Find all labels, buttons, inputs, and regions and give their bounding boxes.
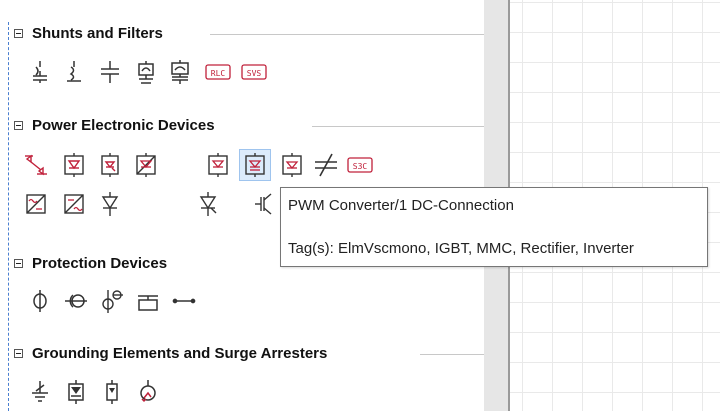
spark-gap-icon[interactable] [98,378,126,406]
collapse-toggle-icon[interactable] [14,259,23,268]
section-divider [420,354,484,355]
tree-guide-line [8,22,9,411]
section-divider [312,126,484,127]
shunt-filter-icon[interactable] [26,58,54,86]
section-title: Protection Devices [32,255,174,272]
dc-dc-converter-icon[interactable] [22,151,50,179]
switch-icon[interactable] [170,287,198,315]
rectifier-icon[interactable] [60,151,88,179]
surge-arrester-icon[interactable] [62,378,90,406]
tooltip-title: PWM Converter/1 DC-Connection [288,197,514,214]
section-title: Shunts and Filters [32,25,169,42]
vsc-converter-icon[interactable] [132,151,160,179]
section-grounding-surge-arresters[interactable]: Grounding Elements and Surge Arresters [14,344,484,364]
svs-icon[interactable]: SVS [240,58,268,86]
shunt-reactor-icon[interactable] [60,58,88,86]
earthing-transformer-icon[interactable] [134,378,162,406]
ac-dc-converter-icon[interactable] [22,190,50,218]
tuned-filter-icon[interactable] [166,58,194,86]
relay-icon[interactable] [98,287,126,315]
collapse-toggle-icon[interactable] [14,29,23,38]
rlc-filter-icon[interactable]: RLC [204,58,232,86]
variable-capacitor-icon[interactable] [312,151,340,179]
diode-icon[interactable] [96,190,124,218]
fuse-icon[interactable] [26,287,54,315]
section-title: Power Electronic Devices [32,117,221,134]
section-title: Grounding Elements and Surge Arresters [32,345,334,362]
current-transformer-icon[interactable] [62,287,90,315]
pwm-converter-1dc-icon[interactable] [239,149,271,181]
harmonic-filter-icon[interactable] [132,58,160,86]
dc-ac-converter-icon[interactable] [60,190,88,218]
section-divider [210,34,484,35]
thyristor-icon[interactable] [194,190,222,218]
collapse-toggle-icon[interactable] [14,121,23,130]
section-shunts-filters[interactable]: Shunts and Filters [14,24,484,44]
tooltip: PWM Converter/1 DC-Connection Tag(s): El… [280,187,708,267]
thyristor-rectifier-icon[interactable] [96,151,124,179]
circuit-breaker-icon[interactable] [134,287,162,315]
grounding-icon[interactable] [26,378,54,406]
pwm-converter-2dc-icon[interactable] [204,151,232,179]
tooltip-tags: Tag(s): ElmVscmono, IGBT, MMC, Rectifier… [288,240,634,257]
svs-label: SVS [247,69,262,78]
section-power-electronic-devices[interactable]: Power Electronic Devices [14,116,484,136]
s3c-label: S3C [353,162,368,171]
mmc-converter-icon[interactable] [278,151,306,179]
s3c-icon[interactable]: S3C [346,151,374,179]
igbt-icon[interactable] [250,190,278,218]
shunt-capacitor-icon[interactable] [96,58,124,86]
collapse-toggle-icon[interactable] [14,349,23,358]
rlc-label: RLC [211,69,226,78]
